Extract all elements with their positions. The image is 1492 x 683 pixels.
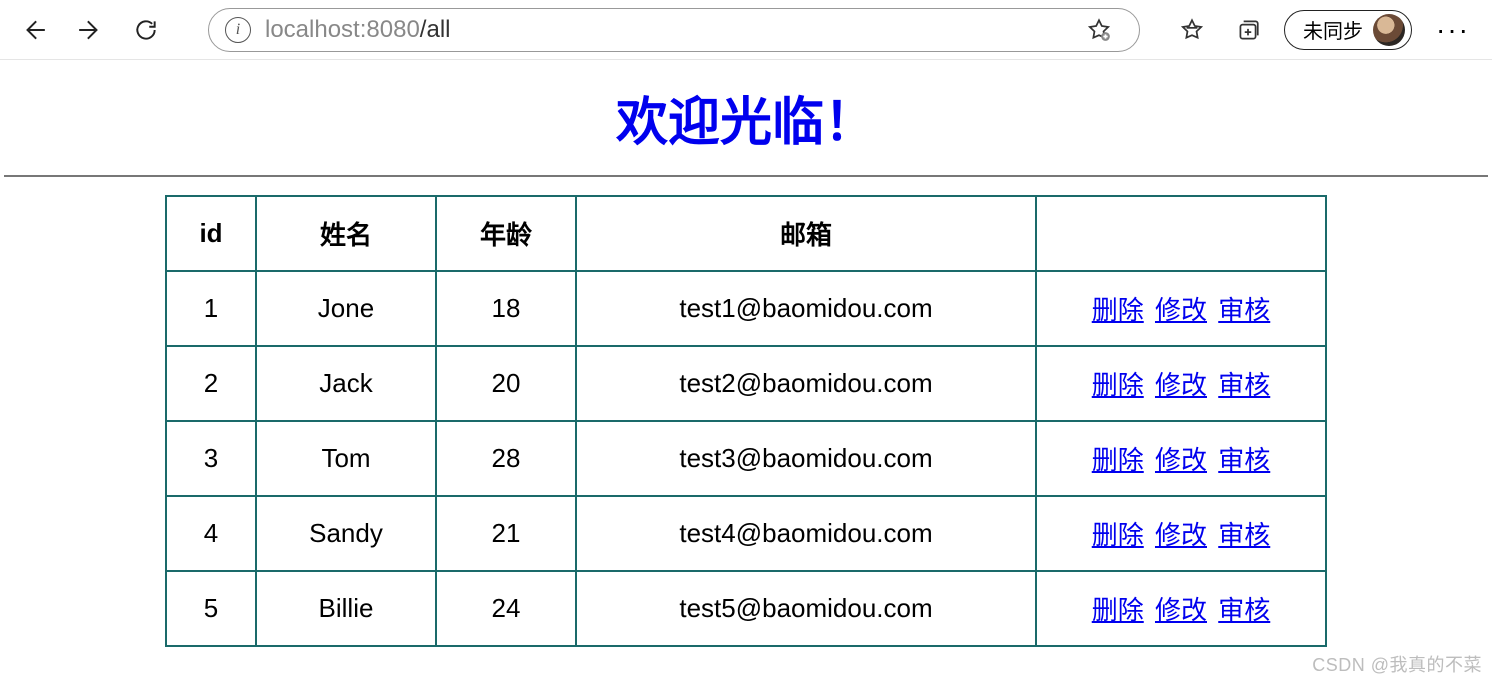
- cell-email: test2@baomidou.com: [576, 346, 1036, 421]
- table-row: 4Sandy21test4@baomidou.com删除 修改 审核: [166, 496, 1326, 571]
- cell-id: 1: [166, 271, 256, 346]
- col-header-age: 年龄: [436, 196, 576, 271]
- edit-link[interactable]: 修改: [1155, 445, 1207, 475]
- review-link[interactable]: 审核: [1218, 295, 1270, 325]
- table-row: 2Jack20test2@baomidou.com删除 修改 审核: [166, 346, 1326, 421]
- table-row: 1Jone18test1@baomidou.com删除 修改 审核: [166, 271, 1326, 346]
- page-title: 欢迎光临！: [0, 80, 1492, 155]
- review-link[interactable]: 审核: [1218, 595, 1270, 625]
- url-port: :8080: [360, 16, 420, 43]
- cell-name: Sandy: [256, 496, 436, 571]
- delete-link[interactable]: 删除: [1092, 595, 1144, 625]
- collections-button[interactable]: [1224, 6, 1272, 54]
- cell-age: 20: [436, 346, 576, 421]
- users-table: id 姓名 年龄 邮箱 1Jone18test1@baomidou.com删除 …: [165, 195, 1327, 647]
- url-path: /all: [420, 16, 451, 43]
- arrow-right-icon: [77, 17, 103, 43]
- cell-age: 18: [436, 271, 576, 346]
- review-link[interactable]: 审核: [1218, 445, 1270, 475]
- back-button[interactable]: [10, 6, 58, 54]
- add-favorite-button[interactable]: [1075, 6, 1123, 54]
- cell-id: 5: [166, 571, 256, 646]
- cell-actions: 删除 修改 审核: [1036, 271, 1326, 346]
- edit-link[interactable]: 修改: [1155, 520, 1207, 550]
- divider: [4, 175, 1488, 177]
- arrow-left-icon: [21, 17, 47, 43]
- refresh-icon: [133, 17, 159, 43]
- cell-name: Jack: [256, 346, 436, 421]
- table-row: 3Tom28test3@baomidou.com删除 修改 审核: [166, 421, 1326, 496]
- page-content: 欢迎光临！ id 姓名 年龄 邮箱 1Jone18test1@baomidou.…: [0, 60, 1492, 647]
- cell-name: Tom: [256, 421, 436, 496]
- cell-age: 21: [436, 496, 576, 571]
- edit-link[interactable]: 修改: [1155, 370, 1207, 400]
- url-host: localhost: [265, 16, 360, 43]
- col-header-id: id: [166, 196, 256, 271]
- cell-actions: 删除 修改 审核: [1036, 496, 1326, 571]
- cell-id: 3: [166, 421, 256, 496]
- cell-actions: 删除 修改 审核: [1036, 421, 1326, 496]
- address-bar[interactable]: i localhost:8080/all: [208, 8, 1140, 52]
- cell-actions: 删除 修改 审核: [1036, 571, 1326, 646]
- table-row: 5Billie24test5@baomidou.com删除 修改 审核: [166, 571, 1326, 646]
- delete-link[interactable]: 删除: [1092, 520, 1144, 550]
- cell-id: 2: [166, 346, 256, 421]
- col-header-email: 邮箱: [576, 196, 1036, 271]
- cell-age: 24: [436, 571, 576, 646]
- delete-link[interactable]: 删除: [1092, 445, 1144, 475]
- delete-link[interactable]: 删除: [1092, 370, 1144, 400]
- review-link[interactable]: 审核: [1218, 520, 1270, 550]
- site-info-icon[interactable]: i: [225, 17, 251, 43]
- ellipsis-icon: ···: [1436, 14, 1470, 45]
- avatar: [1373, 14, 1405, 46]
- col-header-name: 姓名: [256, 196, 436, 271]
- star-icon: [1179, 17, 1205, 43]
- cell-name: Jone: [256, 271, 436, 346]
- refresh-button[interactable]: [122, 6, 170, 54]
- cell-email: test5@baomidou.com: [576, 571, 1036, 646]
- favorites-button[interactable]: [1168, 6, 1216, 54]
- review-link[interactable]: 审核: [1218, 370, 1270, 400]
- delete-link[interactable]: 删除: [1092, 295, 1144, 325]
- table-header-row: id 姓名 年龄 邮箱: [166, 196, 1326, 271]
- star-plus-icon: [1086, 17, 1112, 43]
- cell-email: test1@baomidou.com: [576, 271, 1036, 346]
- cell-actions: 删除 修改 审核: [1036, 346, 1326, 421]
- edit-link[interactable]: 修改: [1155, 595, 1207, 625]
- forward-button[interactable]: [66, 6, 114, 54]
- cell-name: Billie: [256, 571, 436, 646]
- url-text: localhost:8080/all: [265, 16, 450, 44]
- watermark: CSDN @我真的不菜: [1312, 651, 1482, 677]
- more-menu-button[interactable]: ···: [1424, 14, 1482, 46]
- collections-icon: [1235, 17, 1261, 43]
- cell-email: test3@baomidou.com: [576, 421, 1036, 496]
- cell-id: 4: [166, 496, 256, 571]
- sync-label: 未同步: [1303, 15, 1363, 44]
- profile-sync-button[interactable]: 未同步: [1284, 10, 1412, 50]
- cell-email: test4@baomidou.com: [576, 496, 1036, 571]
- cell-age: 28: [436, 421, 576, 496]
- col-header-actions: [1036, 196, 1326, 271]
- edit-link[interactable]: 修改: [1155, 295, 1207, 325]
- browser-toolbar: i localhost:8080/all 未同步 ···: [0, 0, 1492, 60]
